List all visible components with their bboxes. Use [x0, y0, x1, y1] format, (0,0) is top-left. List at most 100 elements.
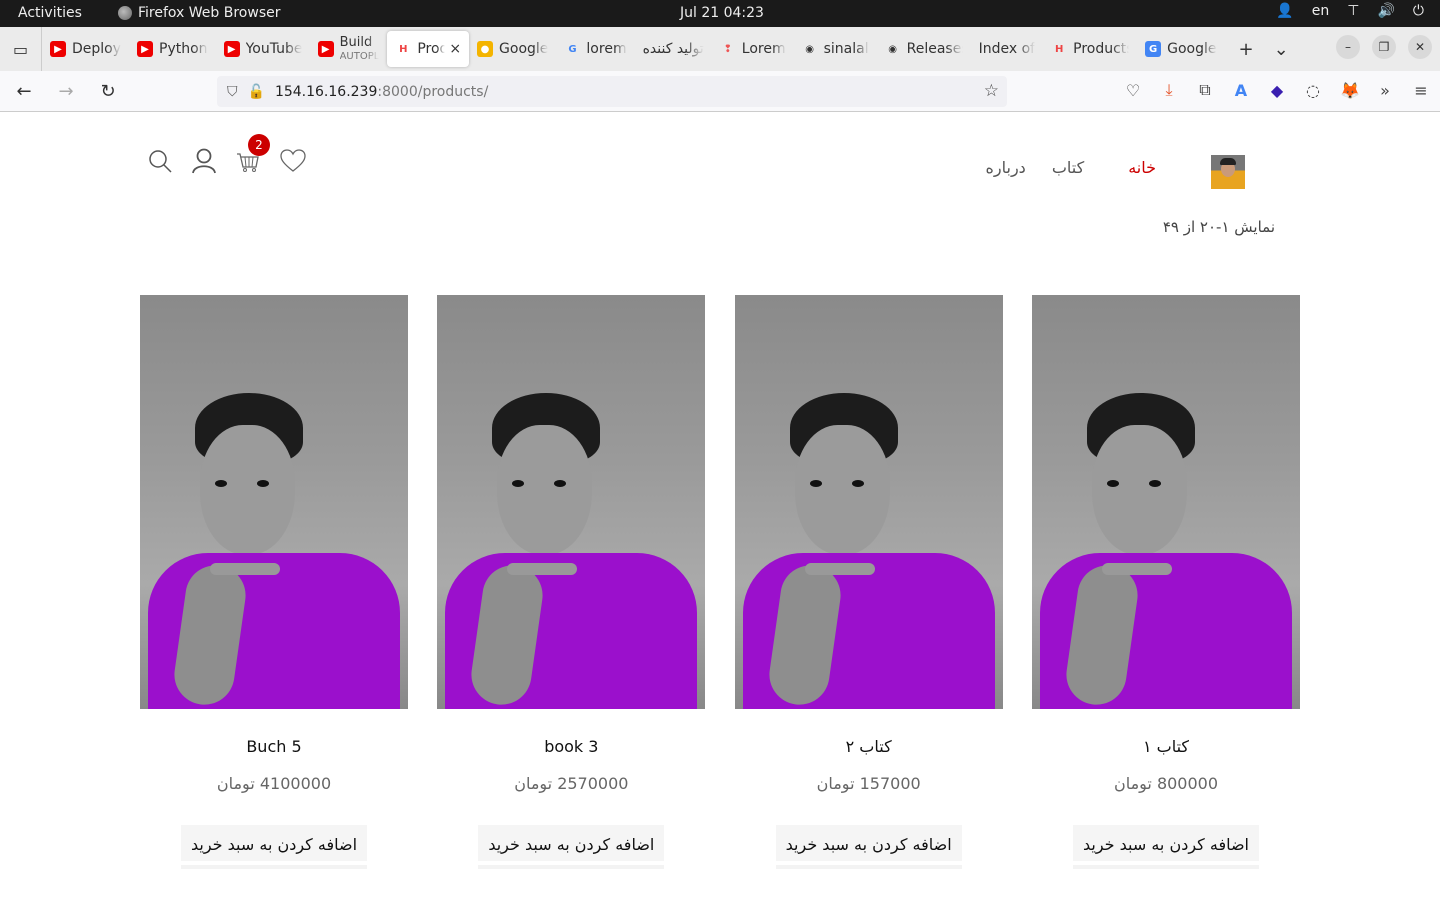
product-image[interactable] [140, 295, 408, 709]
tab[interactable]: Glorem [556, 31, 634, 67]
chevron-down-icon[interactable]: ⌄ [1274, 39, 1289, 60]
clock[interactable]: Jul 21 04:23 [680, 5, 764, 21]
app-name: Firefox Web Browser [138, 5, 281, 21]
product-price: 4100000 تومان [216, 774, 332, 793]
power-icon[interactable]: ⏻ [1413, 3, 1424, 19]
product-title[interactable]: کتاب ۲ [735, 737, 1003, 756]
product-image[interactable] [437, 295, 706, 709]
layers-extension-icon[interactable]: ◆ [1268, 81, 1286, 100]
forward-button[interactable]: → [48, 81, 84, 102]
wishlist-heart-icon[interactable] [280, 148, 306, 174]
tab[interactable]: G Google [1137, 31, 1224, 67]
product-card: کتاب ۱ 800000 تومان اضافه کردن به سبد خر… [1031, 295, 1300, 865]
download-icon[interactable]: ⤓ [1160, 80, 1178, 100]
language-indicator[interactable]: en [1312, 3, 1330, 19]
bookmark-star-icon[interactable]: ☆ [984, 81, 999, 101]
header-icons: 2 [148, 134, 306, 174]
insecure-lock-icon[interactable]: 🔓 [248, 84, 265, 100]
tab-active[interactable]: HProducts× [387, 31, 470, 67]
search-icon[interactable] [148, 148, 172, 174]
tab[interactable]: H Products [1043, 31, 1137, 67]
tab[interactable]: ▶ Python [129, 31, 216, 67]
product-price: 800000 تومان [1113, 774, 1219, 793]
product-title[interactable]: کتاب ۱ [1032, 737, 1300, 756]
system-tray[interactable]: 👤 en ⊤ 🔊 ⏻ [1276, 3, 1424, 19]
pocket-icon[interactable]: ♡ [1124, 81, 1142, 100]
product-card: Buch 5 4100000 تومان اضافه کردن به سبد خ… [140, 295, 408, 865]
close-tab-icon[interactable]: × [449, 41, 461, 57]
page-content: 2 خانه کتاب درباره نمایش ۱-۲۰ از ۴۹ Buch… [0, 112, 1440, 900]
tab[interactable]: Index of [971, 31, 1044, 67]
menu-item-about[interactable]: درباره [986, 158, 1026, 177]
cookie-extension-icon[interactable]: ◌ [1304, 81, 1322, 100]
product-price: 2570000 تومان [514, 774, 629, 793]
youtube-icon: ▶ [50, 41, 66, 57]
firefox-icon [118, 6, 132, 20]
product-grid: Buch 5 4100000 تومان اضافه کردن به سبد خ… [140, 295, 1300, 865]
user-icon[interactable]: 👤 [1276, 3, 1293, 19]
url-host: 154.16.16.239 [274, 83, 378, 100]
github-icon: ◉ [805, 43, 814, 55]
google-keep-icon: ● [477, 41, 494, 57]
user-icon[interactable] [192, 148, 216, 174]
volume-icon[interactable]: 🔊 [1377, 3, 1394, 19]
product-title[interactable]: book 3 [437, 737, 705, 756]
back-button[interactable]: ← [6, 81, 42, 102]
system-top-bar: Activities Firefox Web Browser Jul 21 04… [0, 0, 1440, 27]
tab[interactable]: ▶ YouTube [216, 31, 310, 67]
youtube-icon: ▶ [223, 41, 240, 57]
tab[interactable]: تولید کننده [635, 31, 712, 67]
reload-button[interactable]: ↻ [90, 81, 126, 102]
product-price: 157000 تومان [816, 774, 921, 793]
overflow-menu-icon[interactable]: » [1376, 81, 1394, 100]
google-translate-icon: G [1145, 41, 1162, 57]
navigation-bar: ← → ↻ ⛉ 🔓 154.16.16.239:8000/products/ ☆… [0, 71, 1440, 112]
shield-icon[interactable]: ⛉ [227, 84, 238, 100]
product-image[interactable] [1031, 295, 1300, 709]
product-card: book 3 2570000 تومان اضافه کردن به سبد خ… [437, 295, 706, 865]
add-to-cart-button[interactable]: اضافه کردن به سبد خرید [1072, 825, 1259, 865]
results-count: نمایش ۱-۲۰ از ۴۹ [1162, 218, 1275, 236]
extensions-icon[interactable]: ⧉ [1196, 80, 1214, 100]
add-to-cart-button[interactable]: اضافه کردن به سبد خرید [775, 825, 962, 865]
lorem-icon: ❢ [723, 43, 732, 55]
tab[interactable]: ▶ Deploy [42, 31, 129, 67]
main-menu: خانه کتاب درباره [986, 158, 1156, 177]
translate-extension-icon[interactable]: A [1232, 81, 1250, 100]
tab[interactable]: ◉ sinalal [794, 31, 877, 67]
product-title[interactable]: Buch 5 [140, 737, 408, 756]
cart-count-badge: 2 [248, 134, 270, 156]
tab[interactable]: ▶ Build AUTOPL [310, 31, 388, 67]
minimize-button[interactable]: – [1336, 35, 1360, 59]
tab[interactable]: ❢ Lorem [712, 31, 794, 67]
product-image[interactable] [734, 295, 1003, 709]
product-card: کتاب ۲ 157000 تومان اضافه کردن به سبد خر… [734, 295, 1003, 865]
ht-icon: H [1054, 43, 1064, 55]
cart-icon[interactable]: 2 [236, 134, 270, 174]
app-menu[interactable]: Firefox Web Browser [118, 5, 281, 21]
tab[interactable]: ◉ Releases [877, 31, 971, 67]
youtube-icon: ▶ [317, 41, 334, 57]
hamburger-menu-icon[interactable]: ≡ [1412, 81, 1430, 100]
site-logo[interactable] [1211, 155, 1245, 189]
metamask-icon[interactable]: 🦊 [1340, 81, 1360, 100]
list-all-tabs-button[interactable]: ▭ [0, 27, 42, 71]
activities-button[interactable]: Activities [18, 5, 82, 21]
restore-button[interactable]: ❐ [1372, 35, 1396, 59]
google-icon: G [568, 43, 577, 55]
tabs-list-icon: ▭ [12, 39, 29, 59]
close-window-button[interactable]: ✕ [1408, 35, 1432, 59]
url-path: :8000/products/ [377, 83, 489, 100]
network-icon[interactable]: ⊤ [1347, 3, 1359, 19]
url-bar[interactable]: ⛉ 🔓 154.16.16.239:8000/products/ ☆ [217, 76, 1007, 107]
add-to-cart-button[interactable]: اضافه کردن به سبد خرید [478, 825, 665, 865]
menu-item-book[interactable]: کتاب [1052, 158, 1084, 177]
tab[interactable]: ● Google [469, 31, 556, 67]
new-tab-button[interactable]: + [1239, 39, 1254, 60]
add-to-cart-button[interactable]: اضافه کردن به سبد خرید [180, 825, 368, 865]
youtube-icon: ▶ [137, 41, 154, 57]
toolbar-extensions: ♡ ⤓ ⧉ A ◆ ◌ 🦊 » ≡ [1124, 80, 1430, 100]
menu-item-home[interactable]: خانه [1128, 158, 1156, 177]
ht-icon: H [399, 43, 408, 55]
github-icon: ◉ [888, 43, 897, 55]
